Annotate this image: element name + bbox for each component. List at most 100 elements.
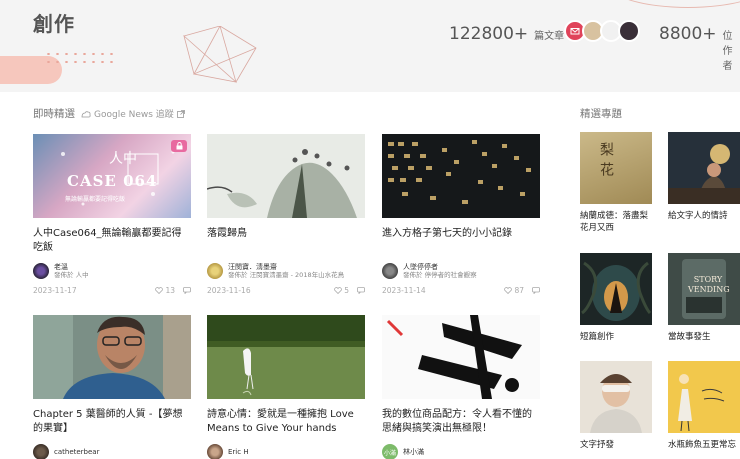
decor-wireframe <box>183 26 257 84</box>
thumbnail-illustration <box>207 134 365 218</box>
comment-icon[interactable] <box>183 287 191 294</box>
author-avatar[interactable] <box>33 263 49 279</box>
article-thumbnail[interactable] <box>33 315 191 399</box>
google-news-follow-link[interactable]: Google News 追蹤 <box>81 107 185 120</box>
heart-icon[interactable] <box>155 287 164 294</box>
topic-image[interactable]: STORY VENDING <box>668 253 740 325</box>
author-row[interactable]: Eric H <box>207 443 365 459</box>
articles-stat: 122800+ 篇文章 <box>449 24 564 44</box>
topic-label[interactable]: 給文字人的情詩 <box>668 210 740 222</box>
article-card[interactable]: CASE 064 人中 無論輸贏都要記得吃飯 人中Case064_無論輸贏都要記… <box>33 134 191 295</box>
google-news-label: Google News 追蹤 <box>94 110 174 120</box>
topic-card[interactable]: 給文字人的情詩 <box>668 132 740 222</box>
topic-label[interactable]: 水瓶飾魚五更常忘 <box>668 439 740 451</box>
article-title[interactable]: 詩意心情：愛就是一種擁抱 Love Means to Give Your han… <box>207 408 365 436</box>
latest-title: 即時精選 <box>33 108 75 120</box>
article-card[interactable]: Chapter 5 葉醫師的人質 -【夢想的果實】 catheterbear <box>33 315 191 459</box>
topic-card[interactable]: STORY VENDING 當故事發生 <box>668 253 740 343</box>
author-avatar[interactable] <box>33 444 49 459</box>
author-avatar[interactable]: 小滿 <box>382 444 398 459</box>
thumbnail-illustration <box>382 315 540 399</box>
topic-card[interactable]: 水瓶飾魚五更常忘 <box>668 361 740 451</box>
topic-image-text: 梨花 <box>598 142 614 182</box>
article-card[interactable]: 落霞歸鳥 汪閔寶．淸墨齋 發佈於 汪閔寶淸墨齋 - 2018年山水花鳥 2023… <box>207 134 365 295</box>
author-row[interactable]: 汪閔寶．淸墨齋 發佈於 汪閔寶淸墨齋 - 2018年山水花鳥 <box>207 262 365 280</box>
like-count: 13 <box>165 286 175 295</box>
members-only-badge <box>171 140 187 152</box>
writer-avatars <box>564 20 640 42</box>
article-thumbnail[interactable]: CASE 064 人中 無論輸贏都要記得吃飯 <box>33 134 191 218</box>
article-card[interactable]: 我的數位商品配方：令人看不懂的思緒與搞笑演出無極限！ 小滿 林小滿 <box>382 315 540 459</box>
topic-card[interactable]: 短篇創作 <box>580 253 652 343</box>
publish-date: 2023-11-17 <box>33 286 77 295</box>
article-title[interactable]: 進入方格子第七天的小小記錄 <box>382 227 540 255</box>
topic-label[interactable]: 當故事發生 <box>668 331 740 343</box>
author-name[interactable]: 老溫 <box>54 263 89 271</box>
thumbnail-illustration <box>207 315 365 399</box>
author-name[interactable]: 林小滿 <box>403 448 424 456</box>
heart-icon[interactable] <box>504 287 513 294</box>
mail-icon <box>570 28 580 35</box>
page-header: 創作 122800+ 篇文章 8800+ 位作者 <box>0 0 740 92</box>
article-meta: 2023-11-16 5 <box>207 286 365 295</box>
thumbnail-caption: 無論輸贏都要記得吃飯 <box>65 196 126 203</box>
article-thumbnail[interactable] <box>207 134 365 218</box>
topic-card[interactable]: 梨花 納蘭成德：落盡梨花月又西 <box>580 132 652 234</box>
publish-date: 2023-11-16 <box>207 286 251 295</box>
comment-icon[interactable] <box>532 287 540 294</box>
topic-image-text: STORY VENDING <box>688 275 730 294</box>
article-title[interactable]: 人中Case064_無論輸贏都要記得吃飯 <box>33 227 191 255</box>
article-title[interactable]: 落霞歸鳥 <box>207 227 365 255</box>
comment-icon[interactable] <box>357 287 365 294</box>
topic-illustration <box>668 361 740 433</box>
author-row[interactable]: 老溫 發佈於 人中 <box>33 262 191 280</box>
decor-arc <box>608 0 740 8</box>
article-meta: 2023-11-17 13 <box>33 286 191 295</box>
topic-illustration <box>668 132 740 204</box>
author-name[interactable]: Eric H <box>228 448 249 456</box>
writers-count: 8800+ <box>659 24 717 44</box>
topic-image[interactable] <box>668 132 740 204</box>
author-avatar[interactable] <box>207 444 223 459</box>
author-row[interactable]: 小滿 林小滿 <box>382 443 540 459</box>
author-row[interactable]: catheterbear <box>33 443 191 459</box>
topic-label[interactable]: 納蘭成德：落盡梨花月又西 <box>580 210 652 234</box>
author-avatar[interactable] <box>382 263 398 279</box>
thumbnail-subtitle: 人中 <box>109 151 137 167</box>
avatar[interactable] <box>618 20 640 42</box>
topic-illustration <box>580 361 652 433</box>
writers-unit: 位作者 <box>722 31 733 72</box>
topic-image[interactable] <box>580 253 652 325</box>
author-row[interactable]: 人墜停停者 發佈於 停停者的社會觀察 <box>382 262 540 280</box>
topic-card[interactable]: 文字抒發 <box>580 361 652 451</box>
publication-name[interactable]: 發佈於 停停者的社會觀察 <box>403 271 477 279</box>
thumbnail-illustration <box>33 315 191 399</box>
heart-icon[interactable] <box>334 287 343 294</box>
publish-date: 2023-11-14 <box>382 286 426 295</box>
lock-icon <box>176 142 182 150</box>
article-title[interactable]: Chapter 5 葉醫師的人質 -【夢想的果實】 <box>33 408 191 436</box>
latest-heading: 即時精選 Google News 追蹤 <box>33 106 185 121</box>
external-link-icon <box>176 109 185 118</box>
article-thumbnail[interactable] <box>382 134 540 218</box>
topic-label[interactable]: 短篇創作 <box>580 331 652 343</box>
topic-image[interactable] <box>580 361 652 433</box>
article-title[interactable]: 我的數位商品配方：令人看不懂的思緒與搞笑演出無極限！ <box>382 408 540 436</box>
thumbnail-illustration <box>382 134 540 218</box>
topic-label[interactable]: 文字抒發 <box>580 439 652 451</box>
article-thumbnail[interactable] <box>382 315 540 399</box>
author-name[interactable]: 人墜停停者 <box>403 263 477 271</box>
article-thumbnail[interactable] <box>207 315 365 399</box>
article-card[interactable]: 進入方格子第七天的小小記錄 人墜停停者 發佈於 停停者的社會觀察 2023-11… <box>382 134 540 295</box>
topic-illustration <box>580 253 652 325</box>
page-title: 創作 <box>33 12 75 36</box>
topic-image[interactable] <box>668 361 740 433</box>
topic-image[interactable]: 梨花 <box>580 132 652 204</box>
like-count: 5 <box>344 286 349 295</box>
author-name[interactable]: 汪閔寶．淸墨齋 <box>228 263 344 271</box>
author-avatar[interactable] <box>207 263 223 279</box>
publication-name[interactable]: 發佈於 人中 <box>54 271 89 279</box>
author-name[interactable]: catheterbear <box>54 448 99 456</box>
publication-name[interactable]: 發佈於 汪閔寶淸墨齋 - 2018年山水花鳥 <box>228 271 344 279</box>
article-card[interactable]: 詩意心情：愛就是一種擁抱 Love Means to Give Your han… <box>207 315 365 459</box>
